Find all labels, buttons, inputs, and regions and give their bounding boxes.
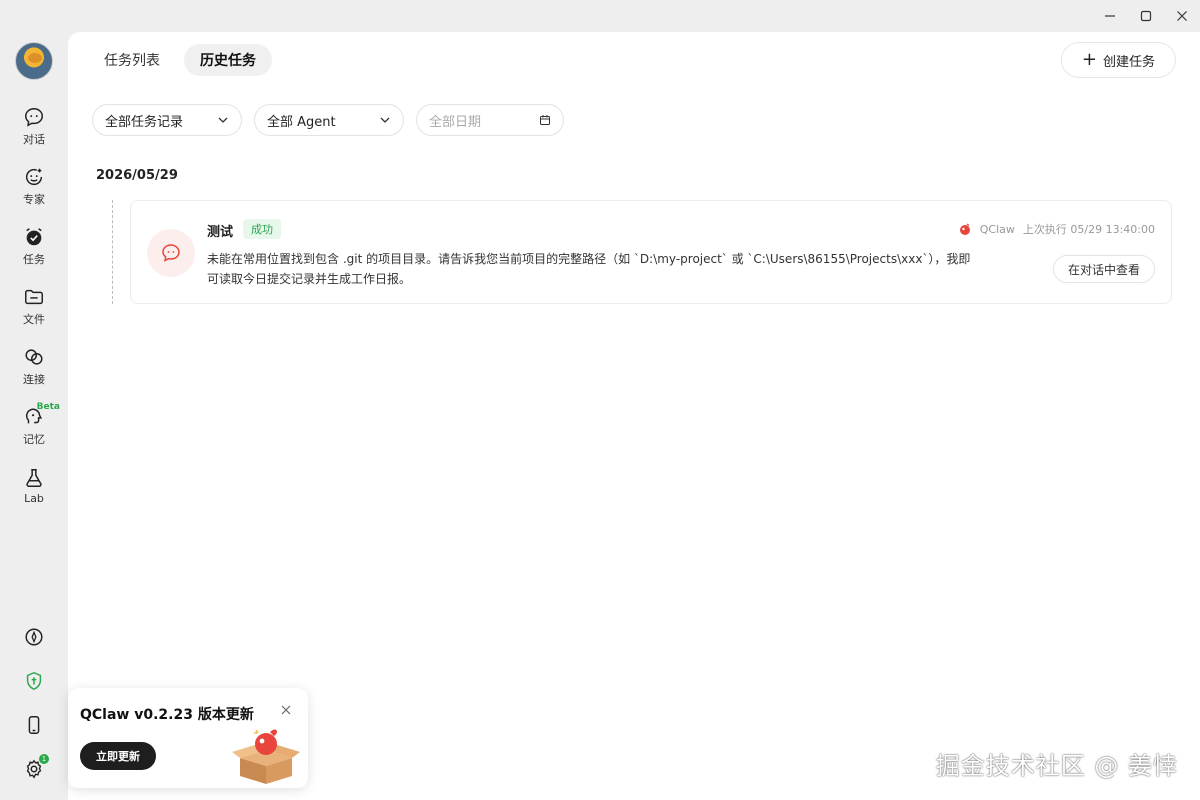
- timeline-line: [112, 200, 113, 304]
- folder-icon: [25, 289, 43, 304]
- toast-close-button[interactable]: [280, 704, 296, 720]
- close-window-button[interactable]: [1164, 0, 1200, 32]
- sidebar-item-connect[interactable]: 连接: [4, 336, 64, 396]
- task-meta: QClaw 上次执行 05/29 13:40:00: [958, 221, 1155, 237]
- task-title: 测试: [207, 225, 234, 240]
- chat-icon: [25, 107, 43, 127]
- task-icon: [26, 227, 42, 245]
- maximize-button[interactable]: [1128, 0, 1164, 32]
- minimize-icon: [1105, 15, 1115, 17]
- avatar[interactable]: [15, 42, 53, 80]
- settings-button[interactable]: 1: [23, 754, 49, 780]
- view-in-chat-button[interactable]: 在对话中查看: [1052, 255, 1155, 283]
- sidebar-bottom: 1: [0, 626, 68, 780]
- sidebar-item-tasks[interactable]: 任务: [4, 216, 64, 276]
- toast-title: QClaw v0.2.23 版本更新: [80, 707, 254, 723]
- agent-name: QClaw: [979, 222, 1015, 236]
- task-card[interactable]: 测试 成功 未能在常用位置找到包含 .git 的项目目录。请告诉我您当前项目的完…: [130, 200, 1172, 304]
- update-now-button[interactable]: 立即更新: [80, 742, 156, 770]
- chevron-down-icon: [218, 117, 228, 123]
- close-icon: [1177, 11, 1187, 21]
- status-badge: 成功: [243, 219, 281, 239]
- task-description: 未能在常用位置找到包含 .git 的项目目录。请告诉我您当前项目的完整路径（如 …: [207, 252, 971, 286]
- date-picker[interactable]: 全部日期: [416, 104, 564, 136]
- task-type-icon: [147, 229, 195, 277]
- close-icon: [281, 705, 291, 715]
- sidebar-item-files[interactable]: 文件: [4, 276, 64, 336]
- filter-bar: 全部任务记录 全部 Agent 全部日期: [92, 104, 564, 136]
- tab-history[interactable]: 历史任务: [184, 44, 272, 76]
- calendar-icon: [540, 115, 550, 125]
- create-task-button[interactable]: + 创建任务: [1060, 42, 1176, 78]
- window-controls: [1092, 0, 1200, 32]
- beta-badge: Beta: [36, 402, 60, 412]
- compass-icon: [25, 628, 43, 646]
- task-record-select[interactable]: 全部任务记录: [92, 104, 242, 136]
- plus-icon: +: [1081, 49, 1097, 70]
- gift-box-illustration: [232, 729, 300, 784]
- sidebar-item-label: 任务: [23, 252, 45, 266]
- sidebar-item-label: Lab: [24, 492, 44, 505]
- sidebar-item-label: 专家: [23, 192, 45, 206]
- notification-badge: 1: [39, 754, 49, 764]
- sidebar-item-label: 连接: [23, 372, 45, 386]
- sidebar-item-chat[interactable]: 对话: [4, 96, 64, 156]
- sidebar-item-expert[interactable]: 专家: [4, 156, 64, 216]
- date-placeholder: 全部日期: [429, 114, 482, 130]
- chat-icon: [162, 244, 180, 262]
- watermark: 掘金技术社区 @ 姜悻: [935, 752, 1178, 780]
- tab-task-list[interactable]: 任务列表: [88, 44, 176, 76]
- sidebar-item-memory[interactable]: Beta 记忆: [4, 396, 64, 456]
- sidebar-item-label: 文件: [23, 312, 45, 326]
- top-tabs: 任务列表 历史任务: [88, 44, 272, 76]
- agent-value: 全部 Agent: [267, 114, 336, 130]
- maximize-icon: [1140, 10, 1152, 22]
- task-record-value: 全部任务记录: [105, 114, 184, 130]
- update-toast: QClaw v0.2.23 版本更新 立即更新: [68, 688, 308, 788]
- security-button[interactable]: [23, 670, 45, 692]
- link-icon: [25, 348, 43, 365]
- chevron-down-icon: [380, 117, 390, 123]
- flask-icon: [26, 469, 42, 487]
- phone-icon: [28, 716, 40, 734]
- last-run-time: 上次执行 05/29 13:40:00: [1022, 223, 1155, 236]
- mobile-button[interactable]: [23, 714, 45, 736]
- sidebar-item-label: 对话: [23, 132, 45, 146]
- create-task-label: 创建任务: [1102, 54, 1155, 70]
- compass-button[interactable]: [23, 626, 45, 648]
- date-group-heading: 2026/05/29: [96, 168, 178, 183]
- sidebar-nav: 对话 专家 任务 文件 连接 Beta 记忆 Lab: [4, 96, 64, 516]
- sidebar-item-lab[interactable]: Lab: [4, 456, 64, 516]
- minimize-button[interactable]: [1092, 0, 1128, 32]
- sidebar-item-label: 记忆: [23, 432, 45, 446]
- agent-select[interactable]: 全部 Agent: [254, 104, 404, 136]
- sidebar: 对话 专家 任务 文件 连接 Beta 记忆 Lab 1: [0, 0, 68, 800]
- expert-icon: [26, 168, 43, 185]
- main-panel: 任务列表 历史任务 + 创建任务 全部任务记录 全部 Agent 全部日期 20…: [68, 32, 1200, 800]
- qclaw-logo-icon: [959, 223, 970, 235]
- shield-icon: [26, 671, 42, 691]
